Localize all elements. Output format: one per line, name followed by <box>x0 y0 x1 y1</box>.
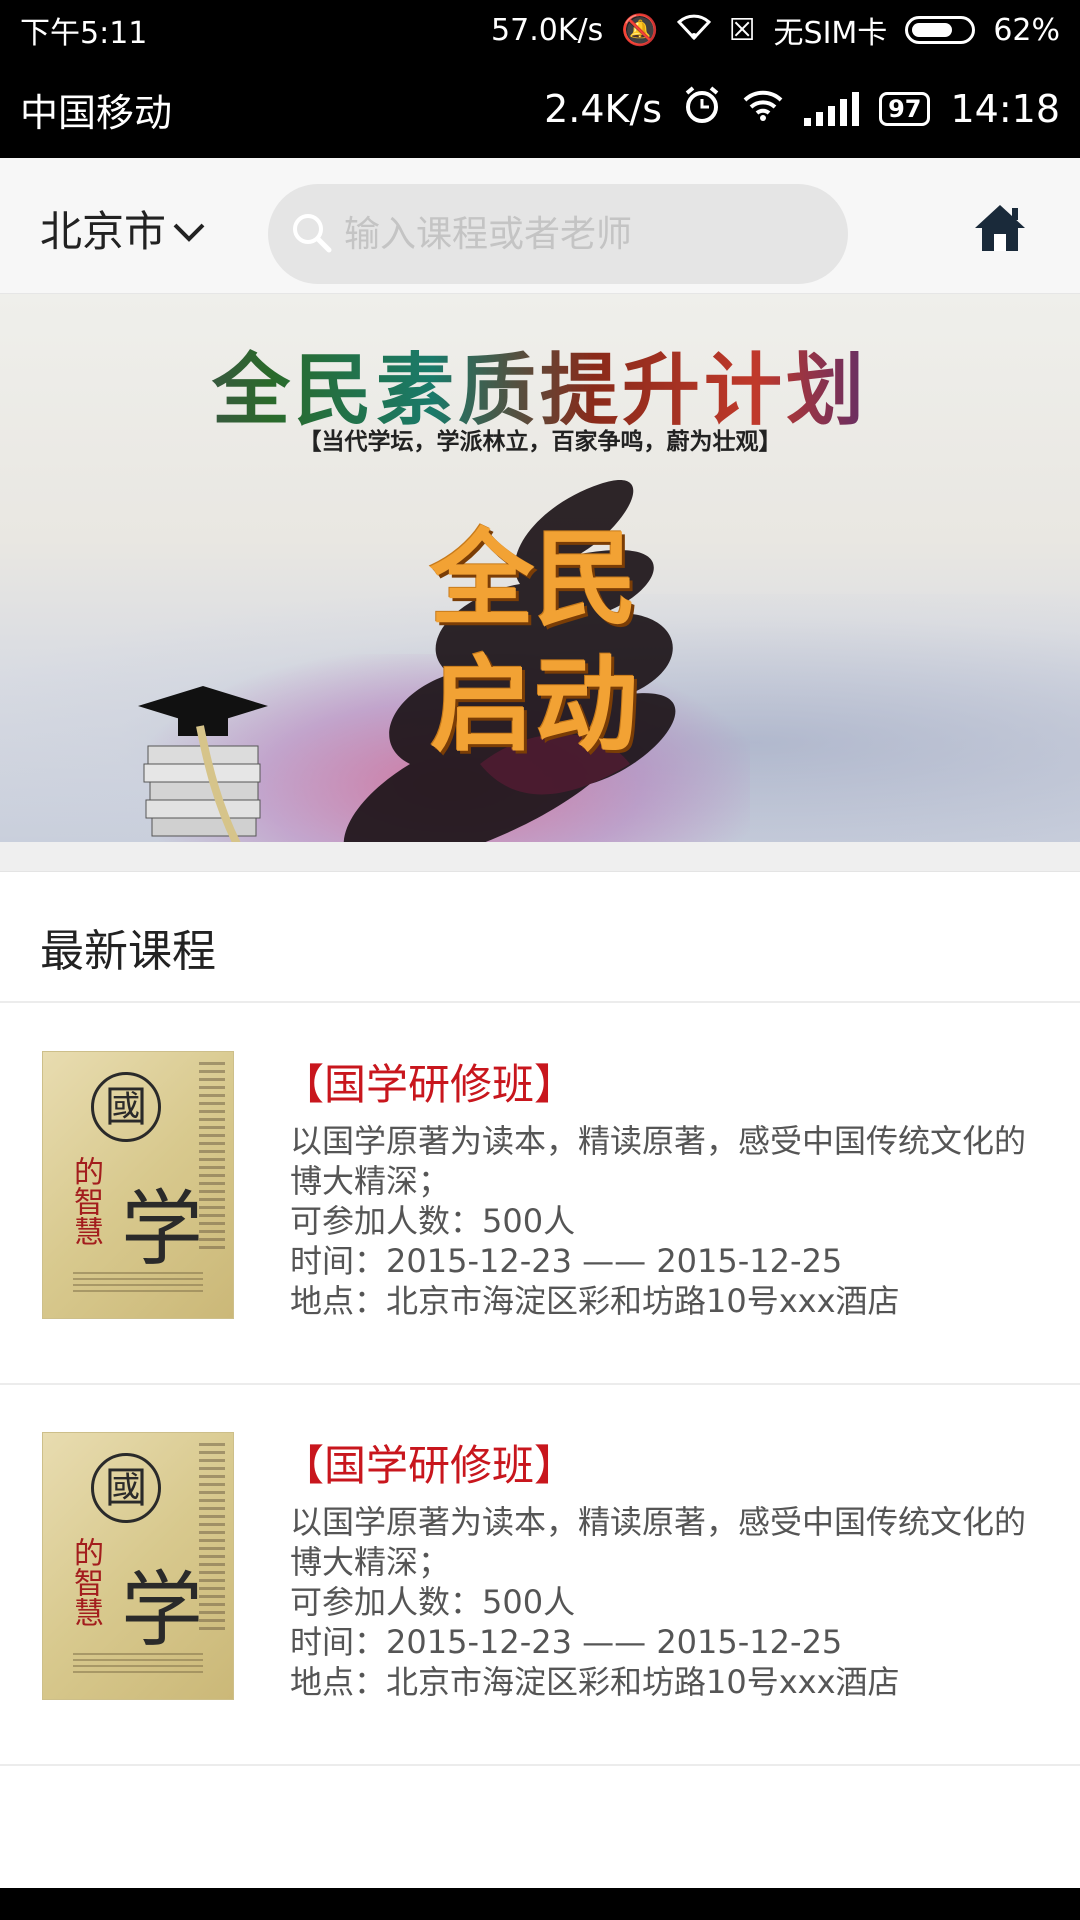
battery-percent: 62% <box>993 12 1060 48</box>
course-item[interactable]: 國 的智慧 学 【国学研修班】 以国学原著为读本，精读原著，感受中国传统文化的博… <box>0 1005 1080 1385</box>
course-description: 以国学原著为读本，精读原著，感受中国传统文化的博大精深； <box>290 1122 1027 1200</box>
app-screen: 北京市 全民素质提升计划 【当代学坛，学派林立，百家争鸣，蔚为壮观】 全民 启动 <box>0 158 1080 1888</box>
battery-icon <box>905 16 976 44</box>
mute-icon: 🔕 <box>621 12 659 48</box>
course-description: 以国学原著为读本，精读原著，感受中国传统文化的博大精深； <box>290 1503 1027 1581</box>
course-cover-image: 國 的智慧 学 <box>42 1051 234 1319</box>
course-location: 地点：北京市海淀区彩和坊路10号xxx酒店 <box>290 1282 900 1320</box>
search-bar[interactable] <box>268 184 848 284</box>
city-selector[interactable]: 北京市 <box>40 198 206 259</box>
search-icon <box>290 211 332 257</box>
course-location: 地点：北京市海淀区彩和坊路10号xxx酒店 <box>290 1663 900 1701</box>
course-time: 时间：2015-12-23 —— 2015-12-25 <box>290 1242 843 1280</box>
cover-side-text: 的智慧 <box>68 1537 103 1627</box>
section-title: 最新课程 <box>40 926 216 977</box>
carrier-name: 中国移动 <box>20 90 173 135</box>
cover-main-char: 学 <box>121 1182 204 1277</box>
sim-status: 无SIM卡 <box>773 16 888 51</box>
graduation-books-icon <box>138 686 268 842</box>
cover-main-char: 学 <box>121 1563 204 1658</box>
banner-headline: 全民 启动 <box>430 516 670 768</box>
banner-headline-line2: 启动 <box>430 644 639 766</box>
course-title: 【国学研修班】 <box>282 1060 577 1109</box>
course-capacity: 可参加人数：500人 <box>290 1583 576 1621</box>
device-status-bar: 下午5:11 57.0K/s 🔕 ☒ 无SIM卡 62% <box>0 0 1080 60</box>
banner-subtitle: 【当代学坛，学派林立，百家争鸣，蔚为壮观】 <box>298 429 782 455</box>
promo-banner[interactable]: 全民素质提升计划 【当代学坛，学派林立，百家争鸣，蔚为壮观】 全民 启动 <box>0 294 1080 842</box>
cover-seal-text: 國 <box>91 1453 161 1523</box>
chevron-down-icon <box>172 204 206 253</box>
home-icon[interactable] <box>972 202 1028 254</box>
section-header: 最新课程 <box>0 873 1080 1003</box>
clock-time: 14:18 <box>950 87 1060 131</box>
signal-icon <box>804 92 860 126</box>
city-name: 北京市 <box>40 207 167 256</box>
course-time: 时间：2015-12-23 —— 2015-12-25 <box>290 1623 843 1661</box>
cover-side-text: 的智慧 <box>68 1156 103 1246</box>
wifi-icon <box>676 13 711 48</box>
navigation-bar <box>0 1888 1080 1920</box>
cover-seal-text: 國 <box>91 1072 161 1142</box>
section-divider <box>0 842 1080 872</box>
search-input[interactable] <box>344 213 824 255</box>
course-title: 【国学研修班】 <box>282 1441 577 1490</box>
banner-headline-line1: 全民 <box>430 518 639 640</box>
course-cover-image: 國 的智慧 学 <box>42 1432 234 1700</box>
wifi-icon <box>742 87 784 131</box>
alarm-icon <box>682 85 722 134</box>
course-capacity: 可参加人数：500人 <box>290 1202 576 1240</box>
sim-icon: ☒ <box>728 12 756 48</box>
network-speed: 2.4K/s <box>544 87 663 131</box>
course-item[interactable]: 國 的智慧 学 【国学研修班】 以国学原著为读本，精读原著，感受中国传统文化的博… <box>0 1386 1080 1766</box>
battery-icon: 97 <box>879 92 931 126</box>
device-time: 下午5:11 <box>20 16 148 51</box>
network-speed: 57.0K/s <box>491 12 604 48</box>
status-bar: 中国移动 2.4K/s 97 14:18 <box>0 60 1080 158</box>
top-bar: 北京市 <box>0 158 1080 294</box>
